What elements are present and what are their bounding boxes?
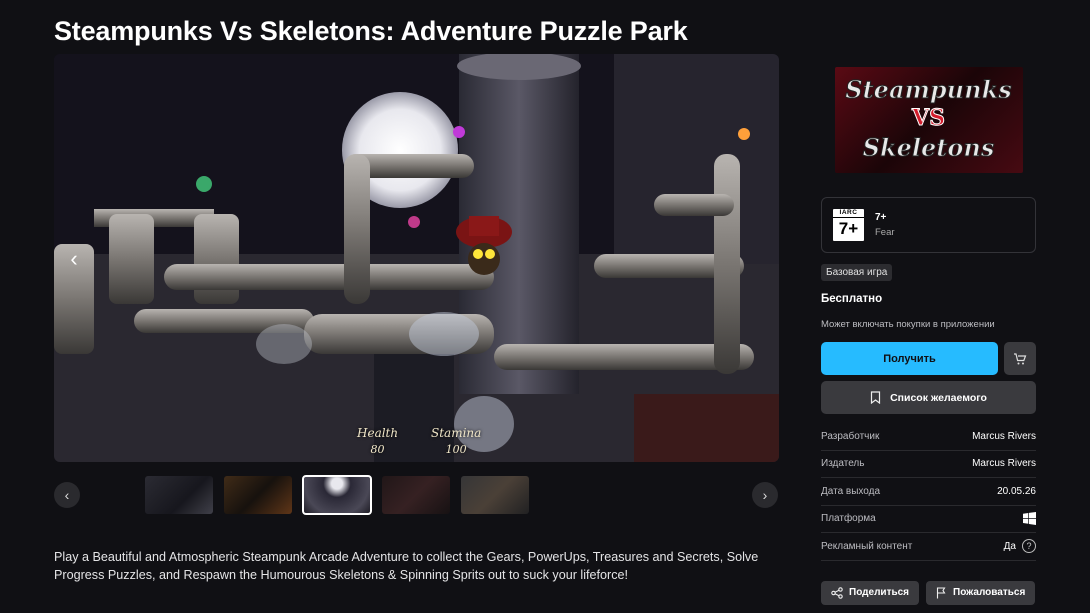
thumbnail-2[interactable]	[224, 476, 292, 514]
windows-icon[interactable]	[1023, 512, 1036, 526]
wishlist-button[interactable]: Список желаемого	[821, 381, 1036, 414]
game-logo: Steampunks VS Skeletons	[834, 67, 1023, 173]
get-button[interactable]: Получить	[821, 342, 998, 375]
detail-developer: Разработчик Marcus Rivers	[821, 423, 1036, 451]
hud-health-value: 80	[370, 443, 385, 456]
share-button[interactable]: Поделиться	[821, 580, 920, 605]
iap-note: Может включать покупки в приложении	[821, 319, 995, 330]
hud-stamina-label: Stamina	[431, 426, 482, 440]
cart-add-icon	[1014, 352, 1027, 364]
flag-icon	[936, 586, 946, 598]
release-date-value: 20.05.26	[997, 485, 1036, 497]
thumbnail-4[interactable]	[382, 476, 450, 514]
page-title: Steampunks Vs Skeletons: Adventure Puzzl…	[54, 16, 688, 46]
age-rating-card[interactable]: IARC 7+ 7+ Fear	[821, 197, 1036, 253]
detail-platform: Платформа	[821, 506, 1036, 533]
logo-line-2: VS	[912, 105, 946, 132]
hud-health-label: Health	[357, 426, 399, 440]
rating-descriptor: Fear	[875, 227, 895, 238]
thumbnails-next-button[interactable]: ›	[752, 482, 778, 508]
logo-line-3: Skeletons	[862, 133, 995, 163]
question-icon[interactable]: ?	[1022, 539, 1036, 554]
wishlist-label: Список желаемого	[890, 391, 987, 404]
add-to-cart-button[interactable]	[1004, 342, 1036, 375]
ad-content-value: Да	[1003, 540, 1016, 552]
thumbnail-strip	[145, 475, 529, 515]
thumbnail-5[interactable]	[461, 476, 529, 514]
purchase-sidebar: Steampunks VS Skeletons IARC 7+ 7+ Fear …	[821, 54, 1036, 605]
edition-badge: Базовая игра	[821, 264, 893, 281]
iarc-rating-icon: IARC 7+	[833, 209, 864, 241]
thumbnail-1[interactable]	[145, 476, 213, 514]
details-list: Разработчик Marcus Rivers Издатель Marcu…	[821, 423, 1036, 561]
share-icon	[831, 586, 843, 599]
hero-media[interactable]: ‹ › Health 80 Stamina 100	[54, 54, 779, 462]
thumbnails-prev-button[interactable]: ‹	[54, 482, 80, 508]
report-label: Пожаловаться	[953, 587, 1026, 598]
bookmark-icon	[870, 391, 881, 404]
hud-stamina: Stamina 100	[431, 426, 481, 456]
hud-health: Health 80	[357, 426, 398, 456]
hud-stamina-value: 100	[445, 443, 467, 456]
price: Бесплатно	[821, 293, 883, 305]
developer-link[interactable]: Marcus Rivers	[972, 431, 1036, 442]
game-description: Play a Beautiful and Atmospheric Steampu…	[54, 550, 759, 582]
thumbnail-3[interactable]	[302, 475, 372, 515]
logo-line-1: Steampunks	[845, 75, 1012, 105]
report-button[interactable]: Пожаловаться	[926, 580, 1036, 605]
publisher-link[interactable]: Marcus Rivers	[972, 458, 1036, 469]
share-label: Поделиться	[849, 587, 910, 598]
detail-publisher: Издатель Marcus Rivers	[821, 451, 1036, 478]
hero-prev-arrow-icon[interactable]: ‹	[62, 244, 86, 274]
detail-release-date: Дата выхода 20.05.26	[821, 478, 1036, 506]
rating-age: 7+	[875, 212, 887, 223]
game-screenshot	[54, 54, 779, 462]
detail-ad-content: Рекламный контент Да ?	[821, 533, 1036, 561]
